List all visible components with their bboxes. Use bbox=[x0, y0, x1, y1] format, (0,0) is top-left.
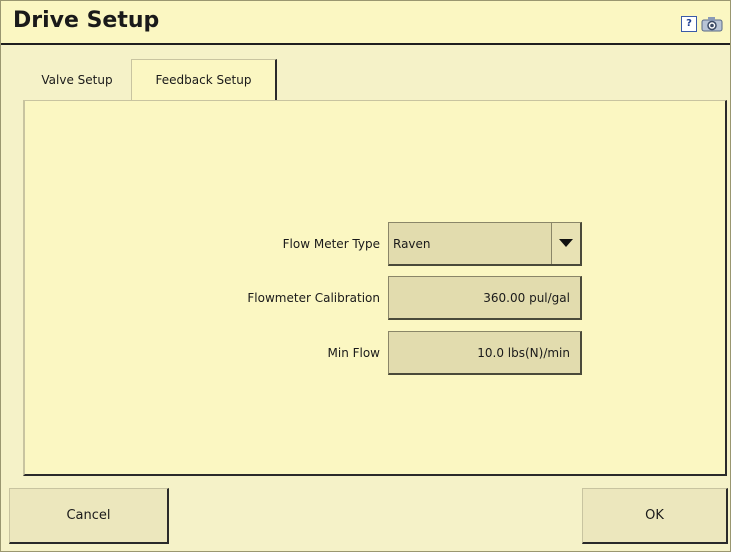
cancel-button[interactable]: Cancel bbox=[9, 488, 169, 544]
flowmeter-calibration-value: 360.00 pul/gal bbox=[483, 291, 570, 305]
min-flow-field[interactable]: 10.0 lbs(N)/min bbox=[388, 331, 582, 375]
min-flow-value: 10.0 lbs(N)/min bbox=[477, 346, 570, 360]
title-bar: Drive Setup ? bbox=[1, 1, 730, 45]
flowmeter-calibration-label: Flowmeter Calibration bbox=[247, 291, 380, 305]
min-flow-label: Min Flow bbox=[327, 346, 381, 360]
chevron-down-icon bbox=[559, 239, 573, 247]
flow-meter-type-label: Flow Meter Type bbox=[282, 237, 380, 251]
help-icon[interactable]: ? bbox=[681, 16, 697, 32]
tab-feedback-setup[interactable]: Feedback Setup bbox=[131, 59, 277, 100]
window-title: Drive Setup bbox=[13, 8, 160, 33]
camera-icon[interactable] bbox=[701, 16, 725, 32]
ok-button[interactable]: OK bbox=[582, 488, 728, 544]
feedback-setup-panel bbox=[23, 100, 727, 476]
flow-meter-type-value: Raven bbox=[393, 237, 431, 251]
flow-meter-type-select[interactable]: Raven bbox=[388, 222, 582, 266]
tab-valve-setup[interactable]: Valve Setup bbox=[23, 59, 131, 100]
drive-setup-window: Drive Setup ? Valve Setup Feedback Setup… bbox=[0, 0, 731, 552]
dropdown-button[interactable] bbox=[551, 223, 580, 264]
flowmeter-calibration-field[interactable]: 360.00 pul/gal bbox=[388, 276, 582, 320]
